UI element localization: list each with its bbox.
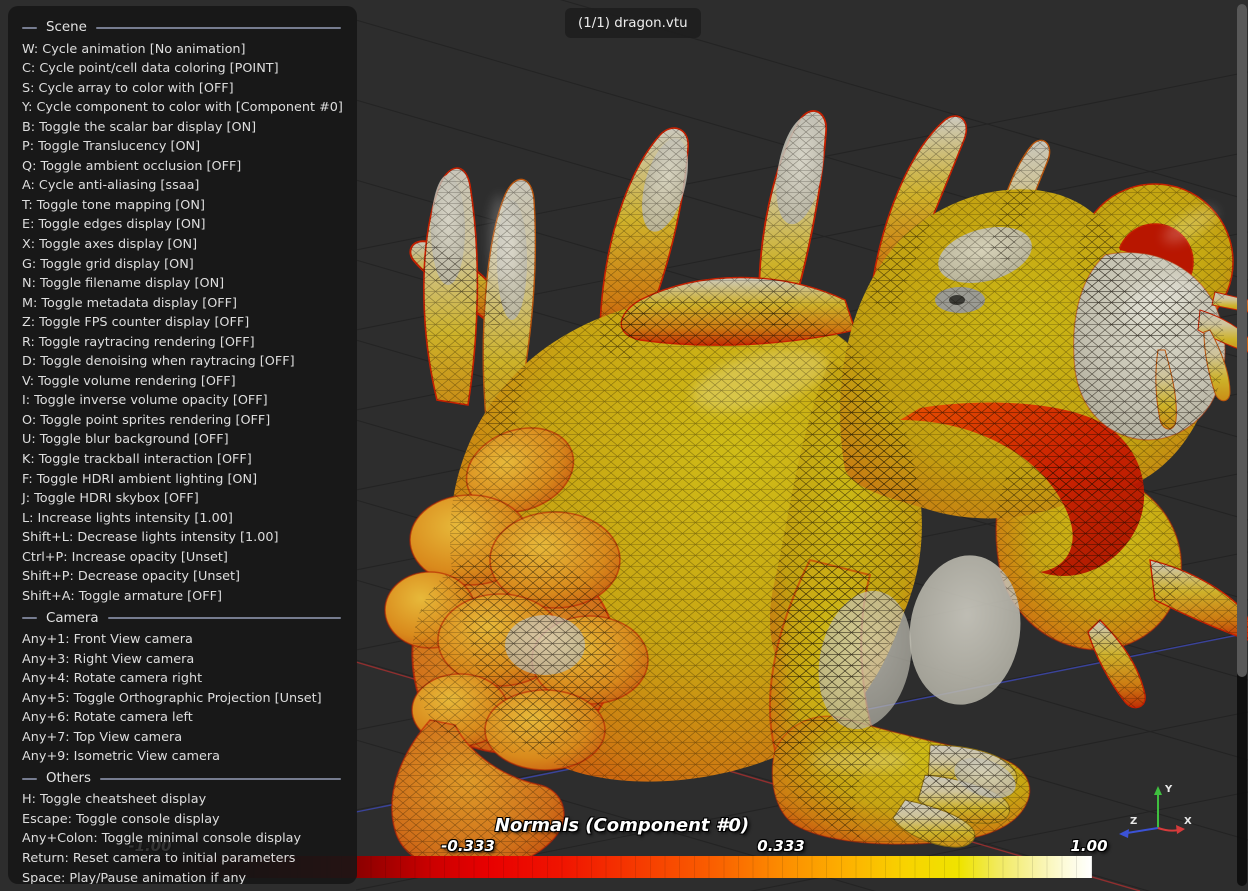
cheatsheet-line: Any+5: Toggle Orthographic Projection [U…: [22, 689, 345, 709]
f3d-window: Y Z X Normals (Component #0) -1.00 -0.33…: [0, 0, 1248, 891]
cheatsheet-line: O: Toggle point sprites rendering [OFF]: [22, 411, 345, 431]
z-axis-arrow: [1119, 829, 1129, 838]
cheatsheet-line: K: Toggle trackball interaction [OFF]: [22, 450, 345, 470]
y-axis-label: Y: [1164, 784, 1173, 795]
cheatsheet-section-others: Others H: Toggle cheatsheet displayEscap…: [22, 769, 345, 884]
cheatsheet-line: E: Toggle edges display [ON]: [22, 215, 345, 235]
cheatsheet-line: S: Cycle array to color with [OFF]: [22, 79, 345, 99]
cheatsheet-line: L: Increase lights intensity [1.00]: [22, 509, 345, 529]
cheatsheet-line: M: Toggle metadata display [OFF]: [22, 294, 345, 314]
cheatsheet-line: Escape: Toggle console display: [22, 810, 345, 830]
cheatsheet-line: Any+9: Isometric View camera: [22, 747, 345, 767]
cheatsheet-line: J: Toggle HDRI skybox [OFF]: [22, 489, 345, 509]
cheatsheet-line: Q: Toggle ambient occlusion [OFF]: [22, 157, 345, 177]
cheatsheet-line: H: Toggle cheatsheet display: [22, 790, 345, 810]
cheatsheet-line: X: Toggle axes display [ON]: [22, 235, 345, 255]
filename-badge: (1/1) dragon.vtu: [565, 8, 701, 38]
cheatsheet-line: Space: Play/Pause animation if any: [22, 869, 345, 884]
cheatsheet-line: I: Toggle inverse volume opacity [OFF]: [22, 391, 345, 411]
section-header-others: Others: [22, 769, 345, 789]
section-header-camera: Camera: [22, 608, 345, 628]
cheatsheet-line: T: Toggle tone mapping [ON]: [22, 196, 345, 216]
cheatsheet-line: V: Toggle volume rendering [OFF]: [22, 372, 345, 392]
dragon-model: [385, 111, 1248, 872]
cheatsheet-line: C: Cycle point/cell data coloring [POINT…: [22, 59, 345, 79]
header-rule: [108, 617, 341, 619]
cheatsheet-line: U: Toggle blur background [OFF]: [22, 430, 345, 450]
header-dash: [22, 778, 37, 780]
cheatsheet-line: D: Toggle denoising when raytracing [OFF…: [22, 352, 345, 372]
cheatsheet-line: W: Cycle animation [No animation]: [22, 40, 345, 60]
section-header-scene: Scene: [22, 18, 345, 38]
cheatsheet-line: Any+4: Rotate camera right: [22, 669, 345, 689]
cheatsheet-line: Any+3: Right View camera: [22, 650, 345, 670]
cheatsheet-line: Any+Colon: Toggle minimal console displa…: [22, 829, 345, 849]
cheatsheet-panel: Scene W: Cycle animation [No animation]C…: [8, 6, 357, 884]
section-title: Camera: [46, 611, 99, 626]
x-axis-label: X: [1184, 816, 1192, 827]
cheatsheet-line: Shift+P: Decrease opacity [Unset]: [22, 567, 345, 587]
y-axis-arrow: [1154, 786, 1162, 795]
cheatsheet-line: Shift+A: Toggle armature [OFF]: [22, 587, 345, 607]
header-rule: [100, 778, 341, 780]
cheatsheet-line: Any+1: Front View camera: [22, 630, 345, 650]
z-axis-label: Z: [1130, 816, 1137, 827]
panel-scrollbar-thumb[interactable]: [1237, 4, 1247, 677]
cheatsheet-line: R: Toggle raytracing rendering [OFF]: [22, 333, 345, 353]
cheatsheet-line: N: Toggle filename display [ON]: [22, 274, 345, 294]
cheatsheet-section-scene: Scene W: Cycle animation [No animation]C…: [22, 18, 345, 606]
cheatsheet-line: Ctrl+P: Increase opacity [Unset]: [22, 548, 345, 568]
cheatsheet-line: Return: Reset camera to initial paramete…: [22, 849, 345, 869]
cheatsheet-line: F: Toggle HDRI ambient lighting [ON]: [22, 470, 345, 490]
header-dash: [22, 617, 37, 619]
cheatsheet-line: A: Cycle anti-aliasing [ssaa]: [22, 176, 345, 196]
cheatsheet-line: P: Toggle Translucency [ON]: [22, 137, 345, 157]
cheatsheet-line: Shift+L: Decrease lights intensity [1.00…: [22, 528, 345, 548]
header-dash: [22, 27, 37, 29]
cheatsheet-section-camera: Camera Any+1: Front View cameraAny+3: Ri…: [22, 608, 345, 766]
cheatsheet-line: B: Toggle the scalar bar display [ON]: [22, 118, 345, 138]
cheatsheet-line: Any+7: Top View camera: [22, 728, 345, 748]
cheatsheet-line: Z: Toggle FPS counter display [OFF]: [22, 313, 345, 333]
cheatsheet-line: Y: Cycle component to color with [Compon…: [22, 98, 345, 118]
cheatsheet-line: G: Toggle grid display [ON]: [22, 255, 345, 275]
section-title: Others: [46, 771, 91, 786]
section-title: Scene: [46, 20, 87, 35]
header-rule: [96, 27, 341, 29]
cheatsheet-line: Any+6: Rotate camera left: [22, 708, 345, 728]
